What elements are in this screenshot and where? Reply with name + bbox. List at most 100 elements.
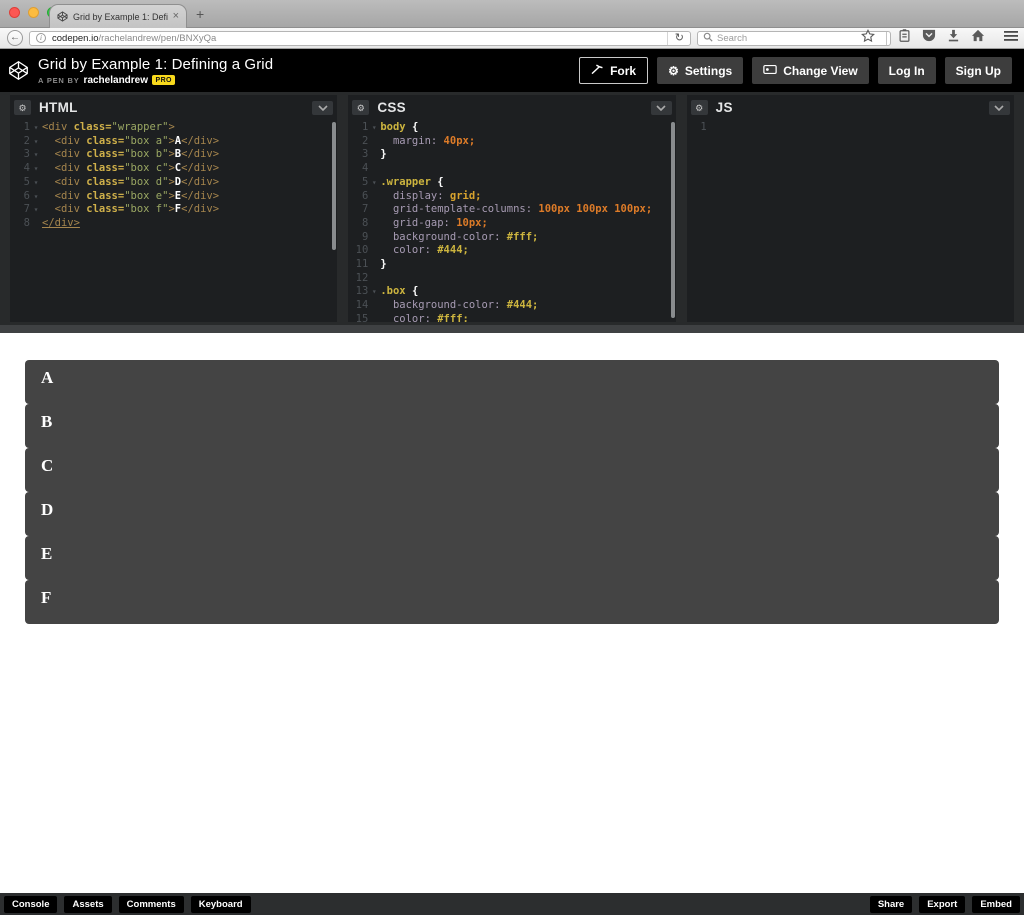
css-collapse-chevron-icon[interactable] xyxy=(651,101,672,115)
code-line: 15 color: #fff; xyxy=(348,313,675,322)
change-view-icon xyxy=(763,64,777,78)
js-settings-gear-icon[interactable]: ⚙ xyxy=(691,100,708,115)
fold-gutter xyxy=(368,272,380,286)
reload-icon[interactable]: ↻ xyxy=(667,32,686,45)
fold-arrow-icon[interactable]: ▾ xyxy=(30,162,42,176)
browser-tab-bar: Grid by Example 1: Defining... × + xyxy=(0,0,1024,28)
line-number: 3 xyxy=(10,148,30,162)
menu-hamburger-icon[interactable] xyxy=(1004,29,1018,47)
fold-gutter xyxy=(368,135,380,149)
codepen-logo-icon[interactable] xyxy=(8,60,29,81)
code-line: 4 xyxy=(348,162,675,176)
fold-arrow-icon[interactable]: ▾ xyxy=(368,121,380,135)
js-editor-panel: ⚙ JS 1 xyxy=(687,95,1014,322)
line-number: 7 xyxy=(10,203,30,217)
fold-gutter xyxy=(368,203,380,217)
settings-button[interactable]: ⚙ Settings xyxy=(657,57,743,84)
line-number: 12 xyxy=(348,272,368,286)
share-button[interactable]: Share xyxy=(870,896,912,913)
close-window-button[interactable] xyxy=(9,7,20,18)
comments-button[interactable]: Comments xyxy=(119,896,184,913)
fold-arrow-icon[interactable]: ▾ xyxy=(368,285,380,299)
preview-pane: ABCDEF xyxy=(0,333,1024,893)
keyboard-button[interactable]: Keyboard xyxy=(191,896,251,913)
preview-box-b: B xyxy=(25,404,999,448)
js-collapse-chevron-icon[interactable] xyxy=(989,101,1010,115)
line-number: 5 xyxy=(348,176,368,190)
assets-button[interactable]: Assets xyxy=(64,896,111,913)
line-number: 6 xyxy=(348,190,368,204)
line-number: 8 xyxy=(348,217,368,231)
html-code-editor[interactable]: 1▾<div class="wrapper">2▾ <div class="bo… xyxy=(10,120,337,231)
toolbar-separator xyxy=(886,32,887,45)
codepen-favicon-icon xyxy=(57,11,68,22)
change-view-button[interactable]: Change View xyxy=(752,57,868,84)
codepen-header: Grid by Example 1: Defining a Grid A PEN… xyxy=(0,49,1024,92)
new-tab-button[interactable]: + xyxy=(196,6,204,22)
fold-gutter xyxy=(368,258,380,272)
pen-author-link[interactable]: rachelandrew xyxy=(84,75,148,86)
browser-toolbar: ← i codepen.io /rachelandrew/pen/BNXyQa … xyxy=(0,28,1024,49)
fold-gutter xyxy=(368,190,380,204)
bookmark-star-icon[interactable] xyxy=(861,29,875,48)
pocket-icon[interactable] xyxy=(922,29,936,47)
line-number: 7 xyxy=(348,203,368,217)
fold-arrow-icon[interactable]: ▾ xyxy=(368,176,380,190)
home-icon[interactable] xyxy=(971,29,985,47)
html-scrollbar[interactable] xyxy=(332,122,336,250)
preview-box-a: A xyxy=(25,360,999,404)
code-line: 13▾.box { xyxy=(348,285,675,299)
footer-right-buttons: Share Export Embed xyxy=(870,896,1020,913)
bookmarks-menu-icon[interactable] xyxy=(898,29,911,48)
css-settings-gear-icon[interactable]: ⚙ xyxy=(352,100,369,115)
fold-arrow-icon[interactable]: ▾ xyxy=(30,190,42,204)
line-number: 3 xyxy=(348,148,368,162)
css-scrollbar[interactable] xyxy=(671,122,675,318)
fold-arrow-icon[interactable]: ▾ xyxy=(30,135,42,149)
url-domain: codepen.io xyxy=(52,33,98,44)
fold-arrow-icon[interactable]: ▾ xyxy=(30,176,42,190)
code-line: 7 grid-template-columns: 100px 100px 100… xyxy=(348,203,675,217)
js-code-editor[interactable]: 1 xyxy=(687,120,1014,135)
fold-gutter xyxy=(368,148,380,162)
line-number: 14 xyxy=(348,299,368,313)
pen-by-label: A PEN BY xyxy=(38,76,80,85)
line-number: 1 xyxy=(348,121,368,135)
fold-arrow-icon[interactable]: ▾ xyxy=(30,148,42,162)
search-input[interactable] xyxy=(717,33,867,44)
preview-box-label: C xyxy=(41,456,53,476)
site-info-icon[interactable]: i xyxy=(36,33,46,43)
fold-arrow-icon[interactable]: ▾ xyxy=(30,203,42,217)
line-number: 2 xyxy=(10,135,30,149)
log-in-button[interactable]: Log In xyxy=(878,57,936,84)
css-code-editor[interactable]: 1▾body {2 margin: 40px;3}45▾.wrapper {6 … xyxy=(348,120,675,322)
html-settings-gear-icon[interactable]: ⚙ xyxy=(14,100,31,115)
export-button[interactable]: Export xyxy=(919,896,965,913)
tab-close-icon[interactable]: × xyxy=(173,11,179,22)
minimize-window-button[interactable] xyxy=(28,7,39,18)
code-line: 8</div> xyxy=(10,217,337,231)
sign-up-button[interactable]: Sign Up xyxy=(945,57,1012,84)
browser-tab[interactable]: Grid by Example 1: Defining... × xyxy=(49,4,187,28)
html-panel-title: HTML xyxy=(39,100,78,115)
pro-badge: PRO xyxy=(152,75,175,85)
preview-box-c: C xyxy=(25,448,999,492)
css-panel-title: CSS xyxy=(377,100,406,115)
fold-gutter xyxy=(368,231,380,245)
html-collapse-chevron-icon[interactable] xyxy=(312,101,333,115)
preview-box-label: B xyxy=(41,412,52,432)
line-number: 8 xyxy=(10,217,30,231)
fork-button[interactable]: Fork xyxy=(579,57,648,84)
fold-arrow-icon[interactable]: ▾ xyxy=(30,121,42,135)
line-number: 2 xyxy=(348,135,368,149)
preview-box-d: D xyxy=(25,492,999,536)
downloads-icon[interactable] xyxy=(947,29,960,47)
console-button[interactable]: Console xyxy=(4,896,57,913)
embed-button[interactable]: Embed xyxy=(972,896,1020,913)
back-button[interactable]: ← xyxy=(7,30,23,46)
pen-byline: A PEN BY rachelandrew PRO xyxy=(38,75,273,86)
url-field[interactable]: i codepen.io /rachelandrew/pen/BNXyQa ↻ xyxy=(29,31,691,46)
fold-gutter xyxy=(368,162,380,176)
code-line: 5▾ <div class="box d">D</div> xyxy=(10,176,337,190)
code-line: 2 margin: 40px; xyxy=(348,135,675,149)
